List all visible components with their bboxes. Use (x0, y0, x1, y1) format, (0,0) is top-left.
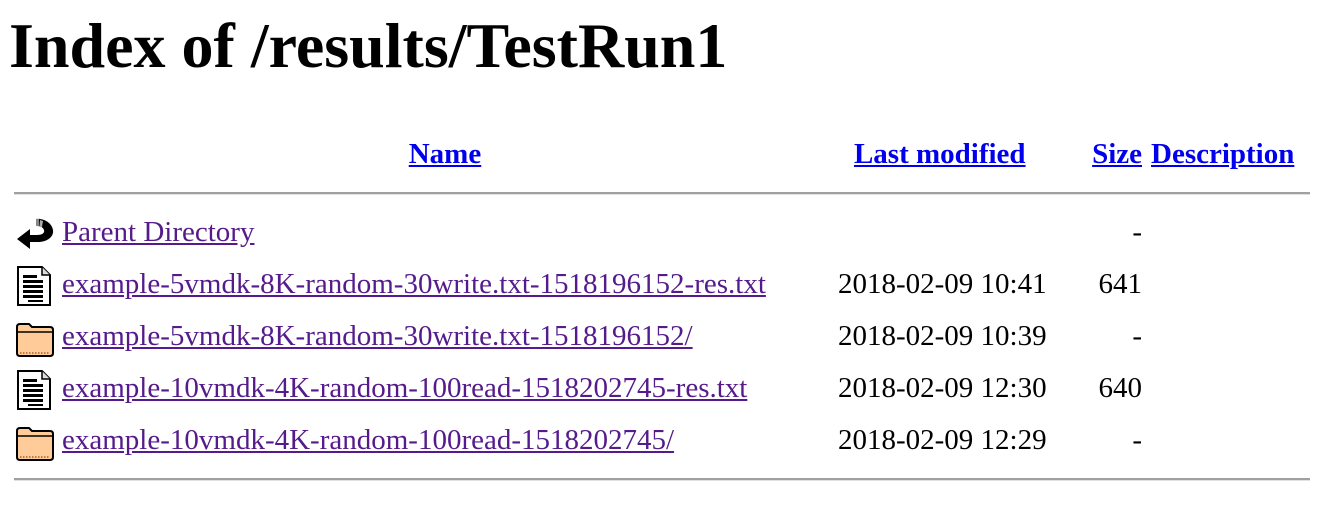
size-cell: - (1132, 320, 1142, 352)
description-cell (1142, 258, 1310, 310)
page-title: Index of /results/TestRun1 (9, 10, 728, 81)
size-cell: - (1132, 424, 1142, 456)
sort-by-size-link[interactable]: Size (1092, 138, 1142, 170)
table-row: Parent Directory - (14, 206, 1310, 258)
description-header: Description (1142, 128, 1310, 180)
size-header: Size (1066, 128, 1142, 180)
sort-by-description-link[interactable]: Description (1151, 138, 1294, 170)
table-row: example-5vmdk-8K-random-30write.txt-1518… (14, 310, 1310, 362)
last-modified-header: Last modified (828, 128, 1066, 180)
description-cell (1142, 362, 1310, 414)
folder-link[interactable]: example-10vmdk-4K-random-100read-1518202… (62, 424, 674, 456)
folder-icon (16, 323, 54, 358)
last-modified-cell: 2018-02-09 10:41 (837, 268, 1047, 300)
divider (14, 191, 1310, 195)
file-link[interactable]: example-10vmdk-4K-random-100read-1518202… (62, 372, 747, 404)
bottom-divider-row (14, 466, 1310, 492)
text-file-icon (17, 370, 51, 411)
top-divider-row (14, 180, 1310, 206)
folder-icon (16, 427, 54, 462)
size-cell: 641 (1098, 268, 1143, 300)
size-cell: 640 (1098, 372, 1143, 404)
folder-link[interactable]: example-5vmdk-8K-random-30write.txt-1518… (62, 320, 693, 352)
size-cell: - (1132, 216, 1142, 248)
back-icon (17, 219, 54, 250)
table-row: example-10vmdk-4K-random-100read-1518202… (14, 414, 1310, 466)
parent-directory-link[interactable]: Parent Directory (62, 216, 254, 248)
last-modified-cell: 2018-02-09 12:29 (837, 424, 1047, 456)
table-row: example-10vmdk-4K-random-100read-1518202… (14, 362, 1310, 414)
last-modified-cell: 2018-02-09 12:30 (837, 372, 1047, 404)
last-modified-cell: 2018-02-09 10:39 (837, 320, 1047, 352)
file-link[interactable]: example-5vmdk-8K-random-30write.txt-1518… (62, 268, 766, 300)
sort-by-last-modified-link[interactable]: Last modified (854, 138, 1026, 170)
name-header: Name (62, 128, 828, 180)
sort-by-name-link[interactable]: Name (409, 138, 481, 170)
last-modified-cell (828, 206, 1066, 258)
description-cell (1142, 414, 1310, 466)
directory-listing: Name Last modified Size Description Pare… (14, 128, 1310, 492)
description-cell (1142, 206, 1310, 258)
header-row: Name Last modified Size Description (14, 128, 1310, 180)
divider (14, 477, 1310, 481)
icon-header (14, 128, 62, 180)
description-cell (1142, 310, 1310, 362)
text-file-icon (17, 266, 51, 307)
table-row: example-5vmdk-8K-random-30write.txt-1518… (14, 258, 1310, 310)
